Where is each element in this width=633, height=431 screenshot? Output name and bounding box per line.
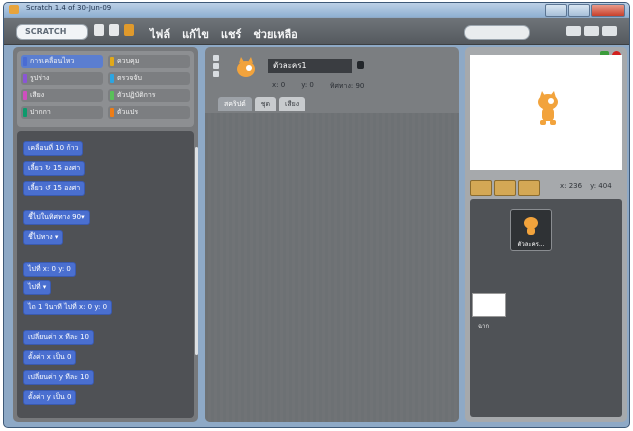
- surprise-sprite-button[interactable]: [518, 179, 540, 196]
- block-turn-right[interactable]: เลี้ยว ↻ 15 องศา: [23, 161, 86, 176]
- category-selector: การเคลื่อนไหว ควบคุม รูปร่าง ตรวจจับ เสี…: [17, 51, 194, 127]
- stage-label: ฉาก: [478, 323, 490, 330]
- menu-share[interactable]: แชร์: [221, 25, 241, 43]
- small-stage-button[interactable]: [566, 26, 581, 36]
- block-point-direction[interactable]: ชี้ไปในทิศทาง 90▾: [23, 210, 90, 225]
- block-turn-left[interactable]: เลี้ยว ↺ 15 องศา: [23, 181, 86, 196]
- menu-file[interactable]: ไฟล์: [150, 25, 170, 43]
- category-color-icon: [110, 108, 114, 117]
- sprite-name-field[interactable]: ตัวละคร1: [268, 59, 352, 73]
- sprite-thumbnail[interactable]: ตัวละคร...: [510, 209, 552, 251]
- rotation-style-buttons[interactable]: [213, 55, 219, 77]
- app-window: Scratch 1.4 of 30-Jun-09 SCRATCH ไฟล์ แก…: [3, 2, 630, 428]
- paint-sprite-button[interactable]: [470, 179, 492, 196]
- category-color-icon: [110, 57, 114, 66]
- block-goto[interactable]: ไปที่ ▾: [23, 280, 52, 295]
- block-move[interactable]: เคลื่อนที่ 10 ก้าว: [23, 141, 84, 156]
- normal-stage-button[interactable]: [584, 26, 599, 36]
- sprite-info: ตัวละคร1 x: 0 y: 0 ทิศทาง: 90: [205, 47, 459, 99]
- block-change-x[interactable]: เปลี่ยนค่า x ทีละ 10: [23, 330, 95, 345]
- mouse-x: x: 236: [560, 182, 583, 190]
- close-button[interactable]: [591, 4, 625, 17]
- title-bar: Scratch 1.4 of 30-Jun-09: [4, 3, 629, 17]
- category-color-icon: [23, 57, 27, 66]
- script-area[interactable]: [205, 113, 459, 422]
- tool-buttons[interactable]: [464, 25, 530, 40]
- save-icon[interactable]: [109, 24, 119, 36]
- sprite-cat-icon: [237, 57, 255, 77]
- stage-sprite-cat[interactable]: [533, 91, 563, 129]
- category-operators[interactable]: ตัวปฏิบัติการ: [108, 89, 190, 102]
- tab-bar: สคริปต์ ชุด เสียง: [218, 97, 306, 111]
- sprite-list: ตัวละคร... ฉาก: [470, 199, 622, 417]
- block-glide[interactable]: ไถ 1 วินาที ไปที่ x: 0 y: 0: [23, 300, 113, 315]
- stage-toolbar: x: 236 y: 404: [470, 179, 622, 196]
- category-sound[interactable]: เสียง: [21, 89, 103, 102]
- category-control[interactable]: ควบคุม: [108, 55, 190, 68]
- tab-scripts[interactable]: สคริปต์: [218, 97, 252, 111]
- sprite-thumb-label: ตัวละคร...: [517, 241, 545, 248]
- lock-icon[interactable]: [357, 61, 364, 69]
- mouse-y: y: 404: [590, 182, 612, 190]
- block-point-towards[interactable]: ชี้ไปทาง ▾: [23, 230, 64, 245]
- category-color-icon: [110, 74, 114, 83]
- menu-edit[interactable]: แก้ไข: [182, 25, 209, 43]
- palette-scrollbar[interactable]: [195, 147, 198, 355]
- blocks-area: เคลื่อนที่ 10 ก้าว เลี้ยว ↻ 15 องศา เลี้…: [17, 131, 194, 418]
- block-goto-xy[interactable]: ไปที่ x: 0 y: 0: [23, 262, 76, 277]
- maximize-button[interactable]: [568, 4, 590, 17]
- presentation-mode-button[interactable]: [602, 26, 617, 36]
- choose-sprite-button[interactable]: [494, 179, 516, 196]
- category-color-icon: [23, 74, 27, 83]
- app-icon: [9, 5, 19, 14]
- block-change-y[interactable]: เปลี่ยนค่า y ทีละ 10: [23, 370, 95, 385]
- category-variables[interactable]: ตัวแปร: [108, 106, 190, 119]
- category-pen[interactable]: ปากกา: [21, 106, 103, 119]
- scratch-logo: SCRATCH: [16, 24, 88, 40]
- scripts-panel: ตัวละคร1 x: 0 y: 0 ทิศทาง: 90 สคริปต์ ชุ…: [205, 47, 459, 422]
- tab-sounds[interactable]: เสียง: [279, 97, 306, 111]
- tab-costumes[interactable]: ชุด: [254, 97, 277, 111]
- category-color-icon: [23, 108, 27, 117]
- block-palette: การเคลื่อนไหว ควบคุม รูปร่าง ตรวจจับ เสี…: [13, 47, 198, 422]
- stage-thumbnail[interactable]: [472, 293, 506, 317]
- minimize-button[interactable]: [545, 4, 567, 17]
- stage-canvas[interactable]: [470, 55, 622, 170]
- category-motion[interactable]: การเคลื่อนไหว: [21, 55, 103, 68]
- category-sensing[interactable]: ตรวจจับ: [108, 72, 190, 85]
- menu-help[interactable]: ช่วยเหลือ: [253, 25, 297, 43]
- stage-panel: x: 236 y: 404 ตัวละคร... ฉาก: [465, 47, 627, 422]
- window-title: Scratch 1.4 of 30-Jun-09: [26, 4, 112, 12]
- sprite-y: y: 0: [301, 81, 314, 89]
- category-color-icon: [110, 91, 114, 100]
- block-set-y[interactable]: ตั้งค่า y เป็น 0: [23, 390, 77, 405]
- category-color-icon: [23, 91, 27, 100]
- sprite-direction: ทิศทาง: 90: [329, 82, 365, 90]
- menu-bar: SCRATCH ไฟล์ แก้ไข แชร์ ช่วยเหลือ: [4, 18, 629, 45]
- share-icon[interactable]: [124, 24, 134, 36]
- sprite-x: x: 0: [272, 81, 286, 89]
- globe-icon[interactable]: [94, 24, 104, 36]
- sprite-thumb-cat-icon: [524, 217, 538, 235]
- category-looks[interactable]: รูปร่าง: [21, 72, 103, 85]
- block-set-x[interactable]: ตั้งค่า x เป็น 0: [23, 350, 77, 365]
